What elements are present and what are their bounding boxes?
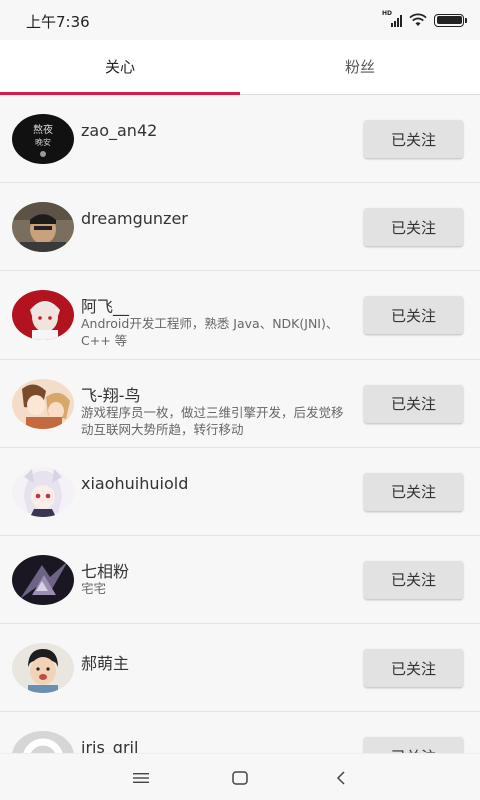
avatar[interactable] xyxy=(12,378,74,429)
follow-button[interactable]: 已关注 xyxy=(364,649,463,688)
user-name: 飞-翔-鸟 xyxy=(81,385,141,405)
wifi-icon xyxy=(409,13,427,26)
user-description: Android开发工程师，熟悉 Java、NDK(JNI)、C++ 等 xyxy=(81,316,339,349)
user-name: 阿飞__ xyxy=(81,297,130,317)
battery-icon xyxy=(434,13,467,27)
menu-icon[interactable] xyxy=(129,766,153,790)
svg-text:熬夜: 熬夜 xyxy=(33,123,53,136)
following-list[interactable]: 熬夜 晚安 zao_an42 已关注 dreamgunzer 已关注 阿飞__ … xyxy=(0,95,480,753)
user-description: 游戏程序员一枚，做过三维引擎开发，后发觉移动互联网大势所趋，转行移动 xyxy=(81,404,344,437)
follow-button[interactable]: 已关注 xyxy=(364,208,463,247)
back-icon[interactable] xyxy=(329,766,353,790)
follow-button[interactable]: 已关注 xyxy=(364,120,463,158)
tab-following[interactable]: 关心 xyxy=(0,40,240,95)
list-item[interactable]: 七相粉 宅宅 已关注 xyxy=(0,535,480,625)
avatar[interactable] xyxy=(12,290,74,341)
avatar[interactable] xyxy=(12,466,74,517)
follow-button[interactable]: 已关注 xyxy=(364,737,463,753)
avatar[interactable] xyxy=(12,643,74,694)
status-time: 上午7:36 xyxy=(26,13,90,31)
list-item[interactable]: iris_gril 已关注 xyxy=(0,712,480,753)
list-item[interactable]: 飞-翔-鸟 游戏程序员一枚，做过三维引擎开发，后发觉移动互联网大势所趋，转行移动… xyxy=(0,359,480,448)
list-item[interactable]: xiaohuihuiold 已关注 xyxy=(0,447,480,536)
status-icons: HD xyxy=(382,10,467,28)
signal-icon: HD xyxy=(382,10,402,27)
user-description: 宅宅 xyxy=(81,580,107,596)
follow-button[interactable]: 已关注 xyxy=(364,560,463,599)
home-icon[interactable] xyxy=(228,766,252,790)
tab-bar: 关心 粉丝 xyxy=(0,40,480,95)
svg-text:晚安: 晚安 xyxy=(35,137,51,147)
avatar[interactable] xyxy=(12,202,74,253)
list-item[interactable]: 熬夜 晚安 zao_an42 已关注 xyxy=(0,95,480,184)
list-item[interactable]: 阿飞__ Android开发工程师，熟悉 Java、NDK(JNI)、C++ 等… xyxy=(0,271,480,360)
user-name: dreamgunzer xyxy=(81,209,188,229)
user-name: iris_gril xyxy=(81,738,139,753)
user-name: xiaohuihuiold xyxy=(81,473,189,493)
avatar[interactable] xyxy=(12,554,74,605)
status-bar: 上午7:36 HD xyxy=(0,0,480,40)
follow-button[interactable]: 已关注 xyxy=(364,472,463,511)
list-item[interactable]: dreamgunzer 已关注 xyxy=(0,183,480,272)
user-name: 郝萌主 xyxy=(81,654,130,674)
tab-followers[interactable]: 粉丝 xyxy=(240,40,480,94)
user-name: zao_an42 xyxy=(81,121,158,140)
avatar[interactable] xyxy=(12,731,74,753)
list-item[interactable]: 郝萌主 已关注 xyxy=(0,624,480,713)
system-nav-bar xyxy=(0,753,480,800)
follow-button[interactable]: 已关注 xyxy=(364,384,463,423)
follow-button[interactable]: 已关注 xyxy=(364,296,463,335)
avatar[interactable]: 熬夜 晚安 xyxy=(12,114,74,164)
user-name: 七相粉 xyxy=(81,561,130,581)
